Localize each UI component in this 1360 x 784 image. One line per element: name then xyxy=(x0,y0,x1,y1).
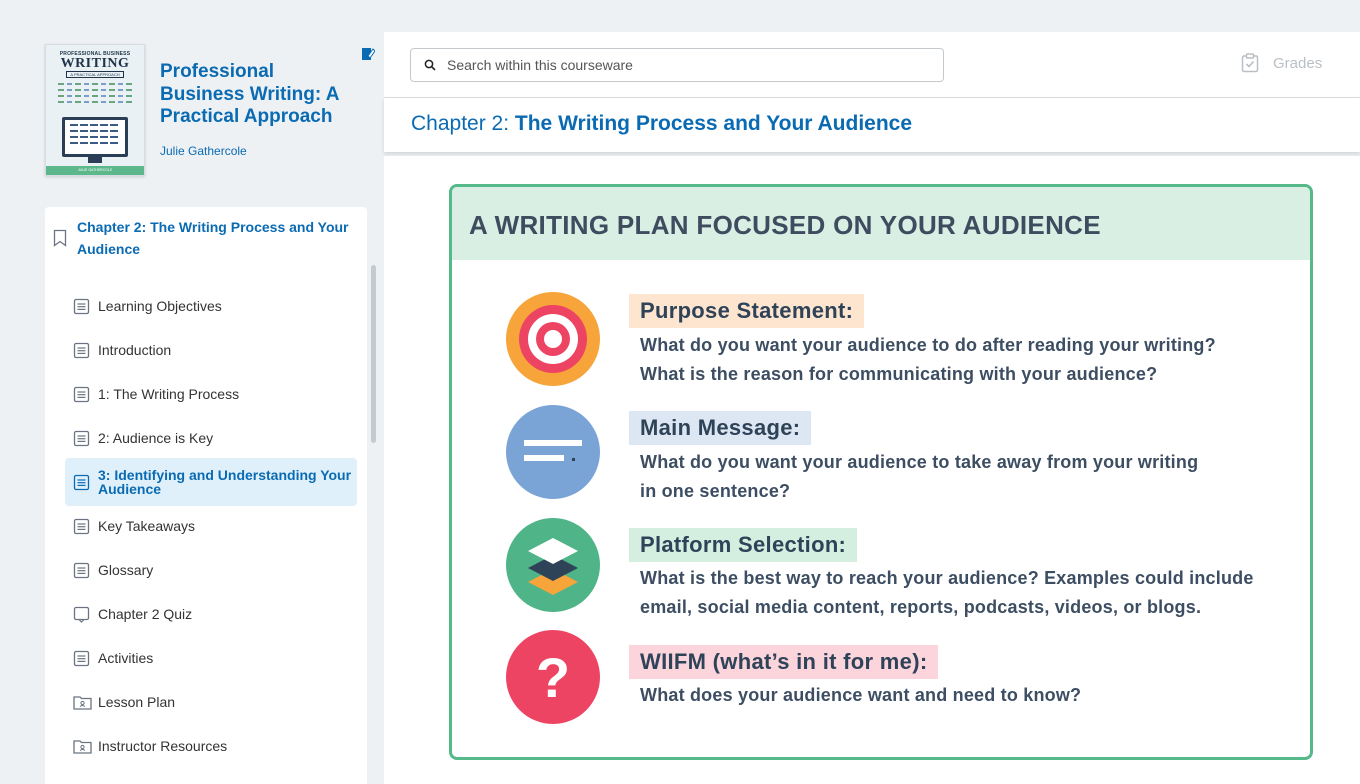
section-line: in one sentence? xyxy=(640,481,791,501)
cover-author: JULIE GATHERCOLE xyxy=(46,166,144,175)
toc-item[interactable]: Lesson Plan xyxy=(65,680,357,724)
page-icon xyxy=(73,430,90,447)
infographic-title: A WRITING PLAN FOCUSED ON YOUR AUDIENCE xyxy=(452,187,1310,260)
toc-item[interactable]: Introduction xyxy=(65,328,357,372)
quiz-icon xyxy=(73,606,90,623)
cover-subtitle: A PRACTICAL APPROACH xyxy=(66,71,124,78)
layers-icon xyxy=(506,518,600,612)
cover-monitor-illustration xyxy=(62,117,128,157)
cover-monitor-stand xyxy=(88,157,102,163)
grades-button[interactable]: Grades xyxy=(1241,53,1322,73)
toc-item-label: 2: Audience is Key xyxy=(98,430,214,446)
target-icon xyxy=(506,292,600,386)
chapter-title: The Writing Process and Your Audience xyxy=(514,112,913,135)
toc-list: Learning Objectives Introduction 1: The Wr… xyxy=(65,284,357,768)
toc-item-label: 1: The Writing Process xyxy=(98,386,240,402)
sidebar-scrollbar[interactable] xyxy=(371,265,376,443)
toc-item-label: 3: Identifying and Understanding Your Au… xyxy=(98,467,352,497)
book-header: PROFESSIONAL BUSINESS WRITING A PRACTICA… xyxy=(45,44,375,184)
page-icon xyxy=(73,474,90,491)
toc-item[interactable]: 1: The Writing Process xyxy=(65,372,357,416)
page-icon xyxy=(73,342,90,359)
toc-item-label: Lesson Plan xyxy=(98,694,176,710)
page-icon xyxy=(73,562,90,579)
toc-item-label: Key Takeaways xyxy=(98,518,196,534)
top-bar: Grades xyxy=(384,32,1360,98)
grades-label: Grades xyxy=(1273,54,1323,72)
toc-item[interactable]: 3: Identifying and Understanding Your Au… xyxy=(65,458,357,506)
toc-chapter-header[interactable]: Chapter 2: The Writing Process and Your … xyxy=(45,207,367,265)
toc-item-label: Activities xyxy=(98,650,154,666)
toc-item[interactable]: Instructor Resources xyxy=(65,724,357,768)
section-line: What does your audience want and need to… xyxy=(640,685,1082,705)
toc-item[interactable]: Glossary xyxy=(65,548,357,592)
table-of-contents: Chapter 2: The Writing Process and Your … xyxy=(45,207,367,784)
section-heading: Main Message: xyxy=(629,411,812,445)
clipboard-check-icon xyxy=(1241,53,1259,73)
page-icon xyxy=(73,650,90,667)
toc-item[interactable]: Activities xyxy=(65,636,357,680)
page-icon xyxy=(73,518,90,535)
cover-title: WRITING xyxy=(60,56,130,71)
search-input[interactable] xyxy=(447,55,927,75)
book-cover-image: PROFESSIONAL BUSINESS WRITING A PRACTICA… xyxy=(45,44,145,176)
book-title[interactable]: Professional Business Writing: A Practic… xyxy=(160,61,360,129)
toc-item[interactable]: Chapter 2 Quiz xyxy=(65,592,357,636)
sidebar: PROFESSIONAL BUSINESS WRITING A PRACTICA… xyxy=(0,0,384,784)
chapter-prefix: Chapter 2: xyxy=(411,112,515,135)
edit-icon[interactable] xyxy=(361,47,375,61)
toc-item[interactable]: 2: Audience is Key xyxy=(65,416,357,460)
bookmark-icon[interactable] xyxy=(53,229,67,247)
message-icon xyxy=(506,405,600,499)
folder-icon xyxy=(73,738,92,755)
page-icon xyxy=(73,298,90,315)
search-box[interactable] xyxy=(410,48,944,82)
toc-item-label: Glossary xyxy=(98,562,154,578)
writing-plan-infographic: A WRITING PLAN FOCUSED ON YOUR AUDIENCE … xyxy=(449,184,1313,760)
toc-item[interactable]: Learning Objectives xyxy=(65,284,357,328)
toc-item-label: Instructor Resources xyxy=(98,738,228,754)
cover-decoration xyxy=(58,79,134,109)
chapter-header-bar: Chapter 2: The Writing Process and Your … xyxy=(384,98,1360,152)
page-icon xyxy=(73,386,90,403)
section-line: What is the reason for communicating wit… xyxy=(640,364,1158,384)
folder-icon xyxy=(73,694,92,711)
toc-item-label: Introduction xyxy=(98,342,172,358)
toc-chapter-label[interactable]: Chapter 2: The Writing Process and Your … xyxy=(77,216,359,260)
section-line: What do you want your audience to take a… xyxy=(640,452,1199,472)
toc-item-label: Learning Objectives xyxy=(98,298,222,314)
section-line: What is the best way to reach your audie… xyxy=(640,568,1254,588)
chapter-heading: Chapter 2: The Writing Process and Your … xyxy=(411,112,912,136)
search-icon xyxy=(424,59,436,71)
section-line: email, social media content, reports, po… xyxy=(640,597,1202,617)
section-heading: Purpose Statement: xyxy=(629,294,865,328)
toc-item[interactable]: Key Takeaways xyxy=(65,504,357,548)
book-author: Julie Gathercole xyxy=(160,144,247,158)
section-line: What do you want your audience to do aft… xyxy=(640,335,1216,355)
section-heading: WIIFM (what’s in it for me): xyxy=(629,645,939,679)
section-heading: Platform Selection: xyxy=(629,528,858,562)
question-icon: ? xyxy=(506,630,600,724)
toc-item-label: Chapter 2 Quiz xyxy=(98,606,193,622)
svg-text:?: ? xyxy=(536,646,570,709)
